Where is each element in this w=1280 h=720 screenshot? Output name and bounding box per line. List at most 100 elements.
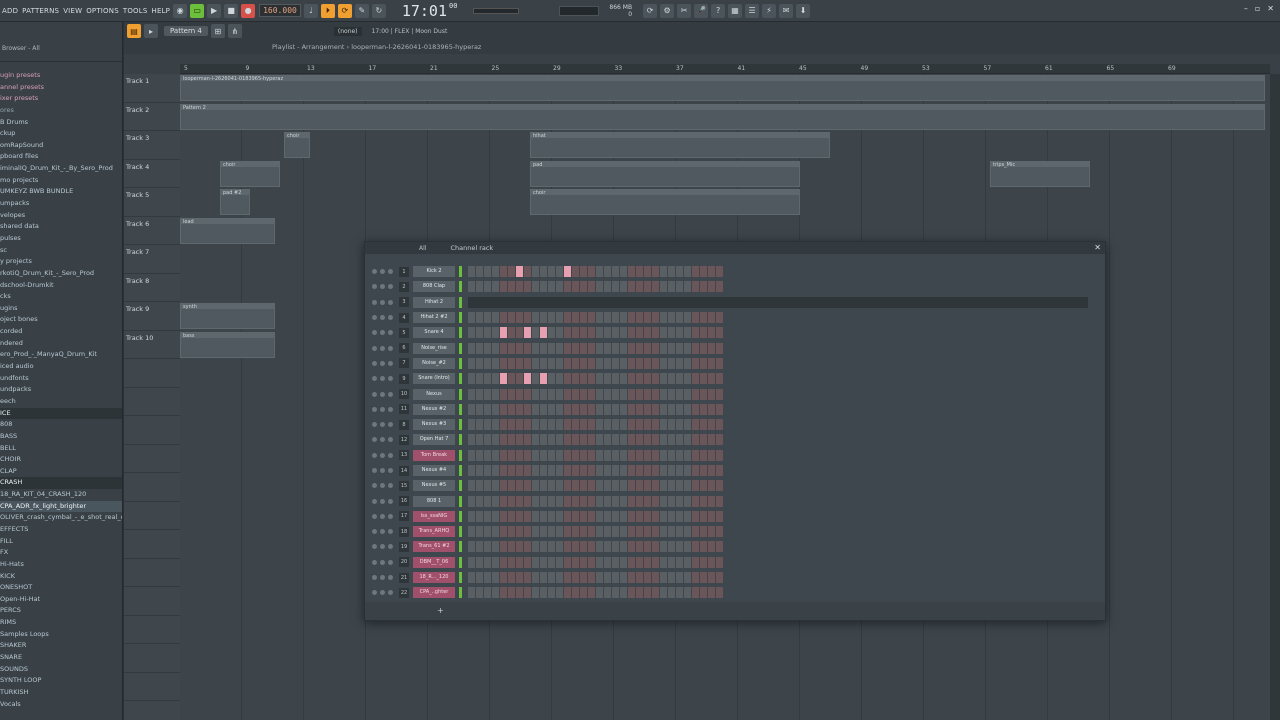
step-button[interactable]: [684, 312, 691, 324]
pan-knob[interactable]: [380, 575, 385, 581]
playlist-clip[interactable]: choir: [220, 160, 280, 187]
step-button[interactable]: [524, 327, 531, 339]
step-button[interactable]: [564, 465, 571, 476]
step-button[interactable]: [628, 449, 635, 461]
volume-knob[interactable]: [388, 468, 393, 473]
step-button[interactable]: [492, 312, 499, 324]
minimize-icon[interactable]: –: [1244, 4, 1248, 13]
step-button[interactable]: [476, 403, 483, 415]
step-button[interactable]: [588, 281, 595, 293]
step-button[interactable]: [644, 572, 651, 584]
track-header[interactable]: [124, 388, 180, 416]
volume-knob[interactable]: [388, 284, 393, 290]
step-button[interactable]: [516, 403, 523, 415]
step-button[interactable]: [684, 342, 691, 354]
step-button[interactable]: [628, 526, 635, 538]
step-button[interactable]: [596, 480, 603, 492]
step-button[interactable]: [700, 465, 707, 476]
step-button[interactable]: [660, 357, 667, 369]
volume-knob[interactable]: [388, 483, 393, 489]
step-button[interactable]: [652, 526, 659, 538]
step-button[interactable]: [708, 327, 715, 339]
step-button[interactable]: [676, 419, 683, 431]
step-button[interactable]: [588, 572, 595, 584]
step-button[interactable]: [628, 281, 635, 293]
step-button[interactable]: [708, 281, 715, 293]
browser-item[interactable]: ugins: [0, 303, 122, 315]
step-button[interactable]: [516, 327, 523, 339]
step-button[interactable]: [644, 526, 651, 538]
step-button[interactable]: [532, 541, 539, 553]
step-button[interactable]: [564, 526, 571, 538]
pat-song-toggle[interactable]: ▭: [190, 3, 205, 18]
step-button[interactable]: [500, 388, 507, 400]
step-button[interactable]: [628, 480, 635, 492]
step-button[interactable]: [596, 541, 603, 553]
step-button[interactable]: [636, 388, 643, 400]
step-button[interactable]: [484, 266, 491, 278]
step-button[interactable]: [660, 373, 667, 385]
step-button[interactable]: [620, 541, 627, 553]
step-button[interactable]: [572, 327, 579, 339]
channel-name-button[interactable]: Trans_ARHQ: [413, 526, 455, 538]
step-button[interactable]: [588, 541, 595, 553]
step-button[interactable]: [524, 495, 531, 507]
step-button[interactable]: [476, 465, 483, 476]
step-button[interactable]: [604, 572, 611, 584]
step-button[interactable]: [532, 388, 539, 400]
close-icon[interactable]: ✕: [1094, 243, 1101, 252]
plugin-icon[interactable]: ⚡: [762, 3, 777, 18]
step-button[interactable]: [676, 449, 683, 461]
step-button[interactable]: [564, 327, 571, 339]
mute-led[interactable]: [372, 360, 377, 366]
step-button[interactable]: [692, 495, 699, 507]
step-button[interactable]: [484, 572, 491, 584]
step-button[interactable]: [476, 556, 483, 568]
step-button[interactable]: [588, 388, 595, 400]
playlist-clip[interactable]: looperman-l-2626041-0183965-hyperaz: [180, 75, 1265, 101]
step-button[interactable]: [484, 556, 491, 568]
step-button[interactable]: [548, 342, 555, 354]
playlist-clip[interactable]: pad #2: [220, 189, 250, 215]
step-button[interactable]: [476, 266, 483, 278]
step-button[interactable]: [548, 419, 555, 431]
step-button[interactable]: [580, 357, 587, 369]
step-button[interactable]: [652, 480, 659, 492]
step-button[interactable]: [652, 495, 659, 507]
step-button[interactable]: [476, 434, 483, 446]
step-button[interactable]: [644, 266, 651, 278]
step-button[interactable]: [508, 327, 515, 339]
step-button[interactable]: [580, 556, 587, 568]
step-button[interactable]: [676, 281, 683, 293]
step-button[interactable]: [588, 587, 595, 599]
step-button[interactable]: [572, 357, 579, 369]
step-button[interactable]: [716, 327, 723, 339]
browser-item[interactable]: CRASH: [0, 477, 122, 490]
browser-item[interactable]: SOUNDS: [0, 664, 122, 676]
step-button[interactable]: [556, 388, 563, 400]
step-button[interactable]: [692, 419, 699, 431]
step-button[interactable]: [596, 357, 603, 369]
step-button[interactable]: [580, 403, 587, 415]
step-button[interactable]: [620, 419, 627, 431]
mixer-track-number[interactable]: 10: [399, 389, 409, 400]
step-button[interactable]: [484, 357, 491, 369]
step-button[interactable]: [604, 480, 611, 492]
step-button[interactable]: [612, 357, 619, 369]
step-button[interactable]: [596, 419, 603, 431]
step-button[interactable]: [492, 541, 499, 553]
playlist-clip[interactable]: choir: [530, 189, 800, 215]
step-button[interactable]: [548, 373, 555, 385]
playlist-clip[interactable]: Pattern 2: [180, 103, 1265, 130]
step-button[interactable]: [700, 449, 707, 461]
step-button[interactable]: [548, 434, 555, 446]
loop-record-icon[interactable]: ↻: [371, 3, 386, 18]
step-button[interactable]: [636, 327, 643, 339]
step-button[interactable]: [596, 465, 603, 476]
browser-item[interactable]: ndered: [0, 338, 122, 350]
step-button[interactable]: [660, 556, 667, 568]
step-button[interactable]: [580, 449, 587, 461]
step-button[interactable]: [596, 327, 603, 339]
step-button[interactable]: [532, 266, 539, 278]
channel-name-button[interactable]: Kick 2: [413, 266, 455, 278]
